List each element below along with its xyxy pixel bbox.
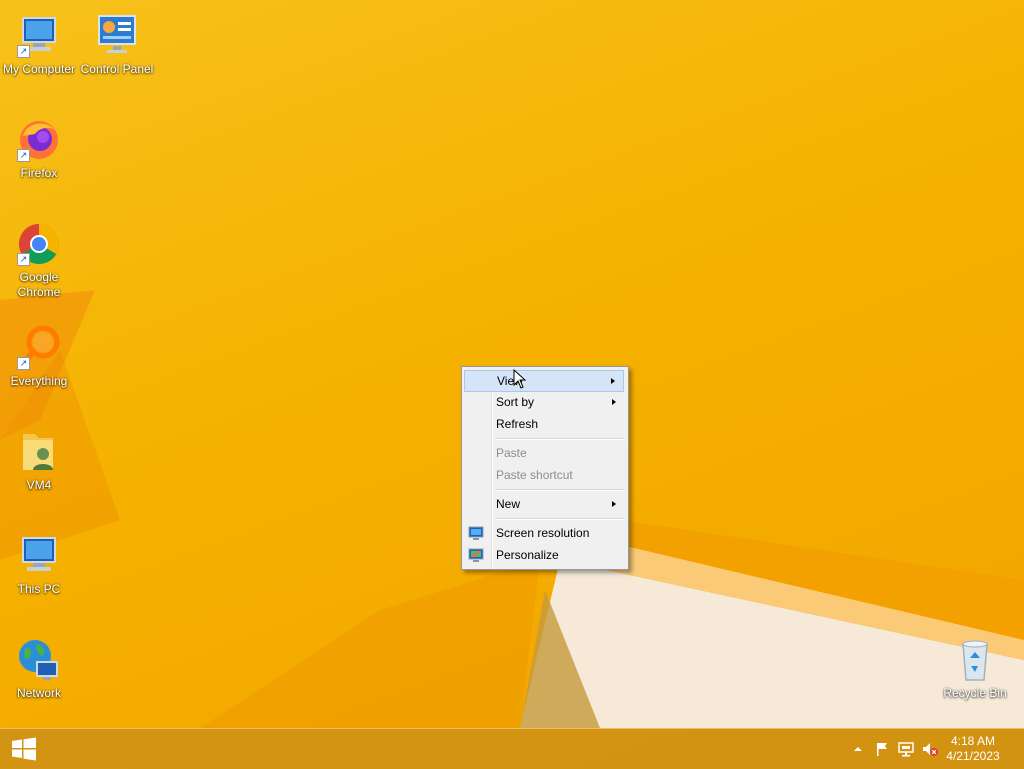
personalize-icon xyxy=(468,547,484,563)
menu-item-label: Refresh xyxy=(496,417,539,431)
menu-item-label: Paste xyxy=(496,446,527,460)
shortcut-arrow-icon: ↗ xyxy=(17,357,30,370)
menu-item-label: Paste shortcut xyxy=(496,468,573,482)
desktop-icon-firefox[interactable]: ↗ Firefox xyxy=(0,116,78,181)
computer-icon: ↗ xyxy=(15,12,63,60)
mouse-cursor-icon xyxy=(513,369,527,389)
menu-item-view[interactable]: View xyxy=(464,370,624,392)
user-folder-icon xyxy=(15,428,63,476)
network-icon[interactable] xyxy=(898,741,914,757)
desktop-context-menu: View Sort by Refresh Paste Paste shortcu… xyxy=(461,366,629,570)
system-clock[interactable]: 4:18 AM 4/21/2023 xyxy=(938,734,1008,764)
submenu-arrow-icon xyxy=(611,378,615,384)
desktop-icon-recycle-bin[interactable]: Recycle Bin xyxy=(936,636,1014,701)
desktop-icon-everything[interactable]: ↗ Everything xyxy=(0,324,78,389)
icon-label: Everything xyxy=(10,374,68,388)
menu-item-screen-resolution[interactable]: Screen resolution xyxy=(464,522,624,544)
show-hidden-icons-chevron[interactable] xyxy=(850,741,866,757)
menu-separator xyxy=(495,489,624,491)
icon-label: Network xyxy=(16,686,61,700)
chrome-icon: ↗ xyxy=(15,220,63,268)
menu-item-paste[interactable]: Paste xyxy=(464,442,624,464)
menu-item-label: Personalize xyxy=(496,548,559,562)
submenu-arrow-icon xyxy=(612,399,616,405)
menu-item-paste-shortcut[interactable]: Paste shortcut xyxy=(464,464,624,486)
desktop-icon-control-panel[interactable]: Control Panel xyxy=(78,12,156,77)
menu-item-personalize[interactable]: Personalize xyxy=(464,544,624,566)
shortcut-arrow-icon: ↗ xyxy=(17,253,30,266)
icon-label: This PC xyxy=(17,582,61,596)
icon-label: Firefox xyxy=(20,166,58,180)
shortcut-arrow-icon: ↗ xyxy=(17,45,30,58)
icon-label: Google Chrome xyxy=(17,270,61,299)
desktop-icon-this-pc[interactable]: This PC xyxy=(0,532,78,597)
clock-date: 4/21/2023 xyxy=(946,749,1000,763)
menu-item-new[interactable]: New xyxy=(464,493,624,515)
desktop-icon-google-chrome[interactable]: ↗ Google Chrome xyxy=(0,220,78,300)
menu-item-label: Screen resolution xyxy=(496,526,590,540)
icon-label: VM4 xyxy=(26,478,52,492)
recycle-bin-icon xyxy=(951,636,999,684)
desktop-icon-my-computer[interactable]: ↗ My Computer xyxy=(0,12,78,77)
taskbar: 4:18 AM 4/21/2023 xyxy=(0,728,1024,769)
shortcut-arrow-icon: ↗ xyxy=(17,149,30,162)
computer-icon xyxy=(15,532,63,580)
menu-item-refresh[interactable]: Refresh xyxy=(464,413,624,435)
menu-item-sort-by[interactable]: Sort by xyxy=(464,391,624,413)
icon-label: My Computer xyxy=(2,62,76,76)
action-center-flag-icon[interactable] xyxy=(874,741,890,757)
monitor-icon xyxy=(468,525,484,541)
network-globe-icon xyxy=(15,636,63,684)
wallpaper xyxy=(0,290,1024,728)
volume-muted-icon[interactable] xyxy=(922,741,938,757)
icon-label: Recycle Bin xyxy=(943,686,1007,700)
control-panel-icon xyxy=(93,12,141,60)
desktop-icon-network[interactable]: Network xyxy=(0,636,78,701)
menu-separator xyxy=(495,518,624,520)
firefox-icon: ↗ xyxy=(15,116,63,164)
icon-label: Control Panel xyxy=(80,62,154,76)
menu-item-label: New xyxy=(496,497,521,511)
desktop-icon-vm4[interactable]: VM4 xyxy=(0,428,78,493)
menu-separator xyxy=(495,438,624,440)
clock-time: 4:18 AM xyxy=(950,734,996,748)
menu-item-label: Sort by xyxy=(496,395,535,409)
submenu-arrow-icon xyxy=(612,501,616,507)
search-magnifier-icon: ↗ xyxy=(15,324,63,372)
windows-logo-icon[interactable] xyxy=(10,737,38,761)
